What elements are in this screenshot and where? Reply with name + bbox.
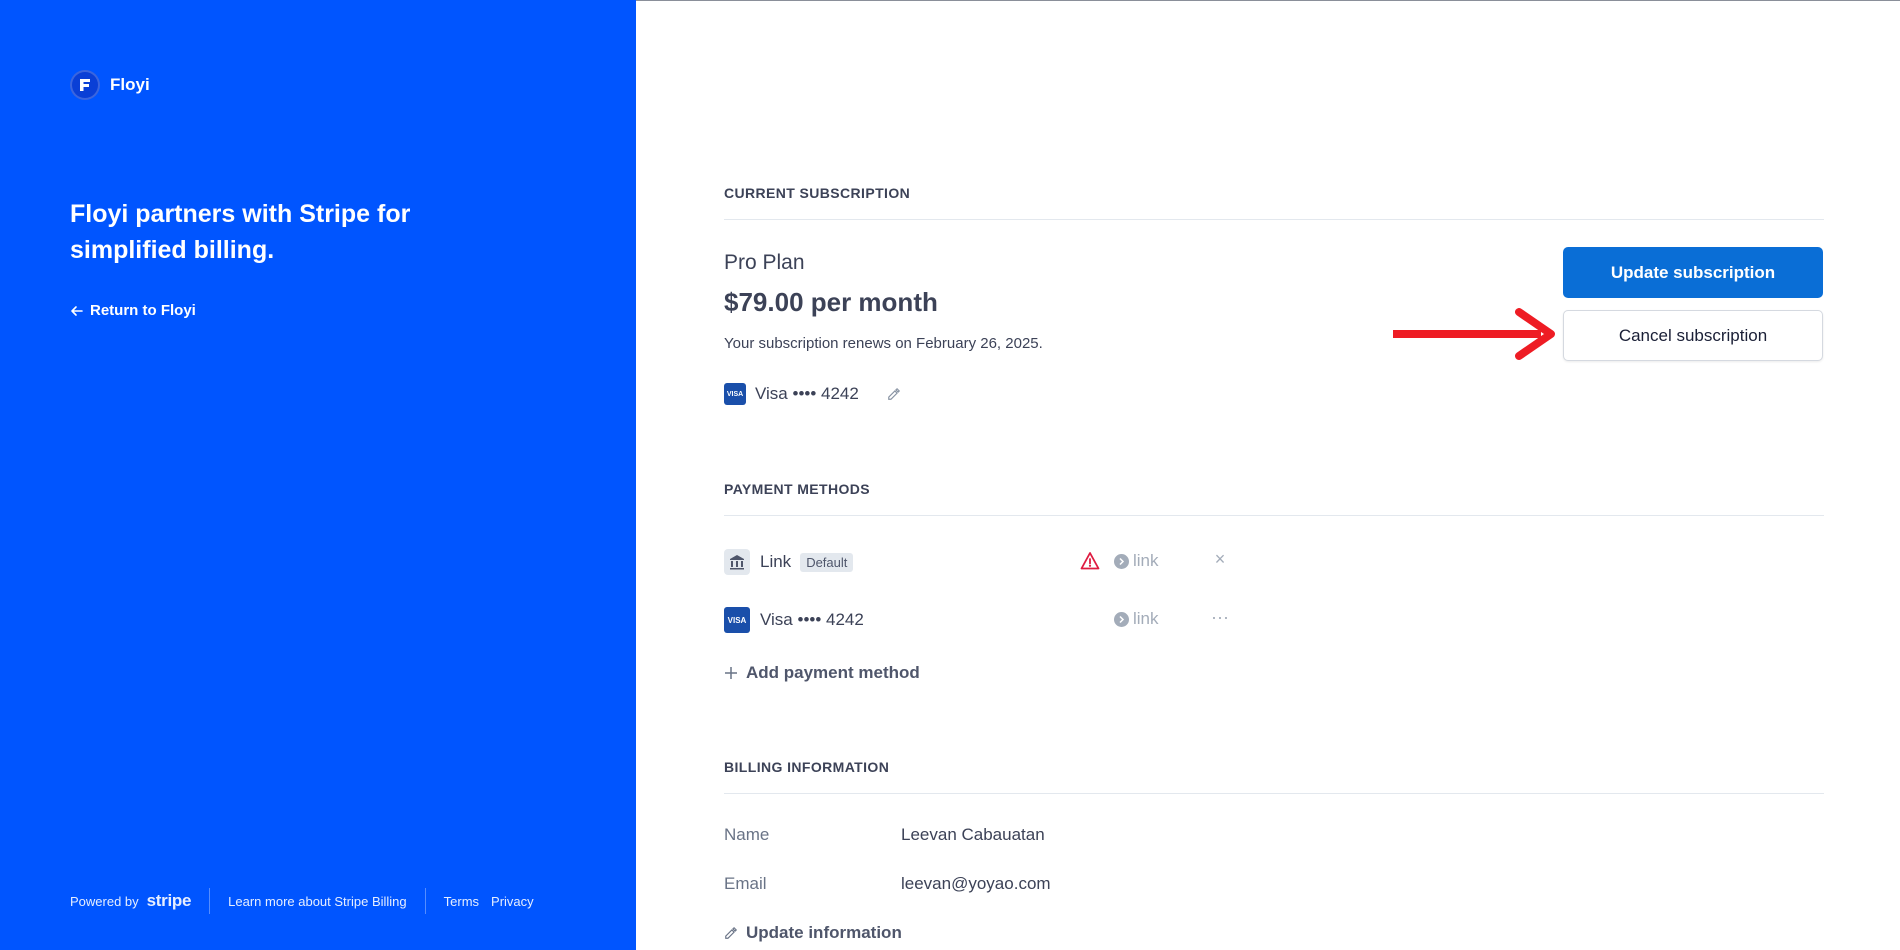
payment-methods-section: PAYMENT METHODS Link Default link × VISA…	[724, 481, 1824, 682]
name-label: Name	[724, 825, 770, 844]
privacy-link[interactable]: Privacy	[491, 894, 534, 909]
annotation-arrow-icon	[1393, 308, 1555, 360]
add-payment-method-button[interactable]: Add payment method	[724, 663, 920, 683]
more-options-icon[interactable]: ···	[1210, 607, 1230, 628]
plan-name: Pro Plan	[724, 251, 805, 274]
name-value: Leevan Cabauatan	[901, 825, 1045, 844]
footer-divider	[424, 888, 426, 914]
learn-more-link[interactable]: Learn more about Stripe Billing	[228, 894, 407, 909]
floyi-logo-icon	[70, 70, 100, 100]
email-label: Email	[724, 874, 767, 893]
payment-method-row[interactable]: Link Default link ×	[724, 547, 1244, 577]
terms-link[interactable]: Terms	[444, 894, 479, 909]
headline: Floyi partners with Stripe for simplifie…	[70, 200, 411, 264]
bank-icon	[724, 549, 750, 575]
edit-icon	[725, 926, 738, 939]
renewal-text: Your subscription renews on February 26,…	[724, 335, 1043, 352]
link-logo-icon	[1114, 553, 1129, 569]
section-title-subscription: CURRENT SUBSCRIPTION	[724, 185, 1824, 220]
remove-icon[interactable]: ×	[1210, 549, 1230, 570]
powered-by-label: Powered by	[70, 893, 139, 909]
stripe-logo[interactable]: stripe	[147, 891, 192, 911]
warning-icon	[1080, 552, 1100, 570]
subscription-card: VISA Visa •••• 4242	[724, 383, 901, 405]
link-tag-label: link	[1133, 551, 1159, 570]
payment-method-label: Link	[760, 552, 792, 571]
return-link[interactable]: Return to Floyi	[70, 302, 196, 319]
left-panel: Floyi Floyi partners with Stripe for sim…	[0, 0, 636, 950]
link-logo-icon	[1114, 611, 1129, 627]
default-badge: Default	[800, 552, 854, 572]
plus-icon	[725, 667, 737, 679]
link-tag-label: link	[1133, 609, 1159, 628]
right-panel: CURRENT SUBSCRIPTION Pro Plan $79.00 per…	[636, 0, 1900, 950]
arrow-left-icon	[71, 305, 83, 316]
visa-icon: VISA	[724, 607, 750, 633]
link-tag: link	[1114, 551, 1159, 571]
section-title-payment-methods: PAYMENT METHODS	[724, 481, 1824, 516]
section-title-billing: BILLING INFORMATION	[724, 759, 1824, 794]
cancel-subscription-button[interactable]: Cancel subscription	[1563, 310, 1823, 361]
update-subscription-button[interactable]: Update subscription	[1563, 247, 1823, 298]
visa-icon: VISA	[724, 383, 746, 405]
update-information-label: Update information	[746, 923, 902, 942]
email-value: leevan@yoyao.com	[901, 874, 1051, 893]
current-subscription-section: CURRENT SUBSCRIPTION Pro Plan $79.00 per…	[724, 185, 1824, 405]
payment-method-row[interactable]: VISA Visa •••• 4242 link ···	[724, 605, 1244, 635]
return-link-label: Return to Floyi	[90, 302, 196, 319]
footer-divider	[209, 888, 211, 914]
link-tag: link	[1114, 609, 1159, 629]
update-information-button[interactable]: Update information	[724, 923, 902, 943]
edit-icon[interactable]	[887, 387, 901, 401]
billing-name-row: Name Leevan Cabauatan	[724, 825, 1045, 845]
brand-name: Floyi	[110, 75, 150, 94]
add-payment-method-label: Add payment method	[746, 663, 920, 682]
billing-information-section: BILLING INFORMATION Name Leevan Cabauata…	[724, 759, 1824, 942]
plan-price: $79.00 per month	[724, 287, 938, 317]
card-label: Visa •••• 4242	[755, 384, 859, 403]
brand[interactable]: Floyi	[70, 70, 150, 100]
billing-email-row: Email leevan@yoyao.com	[724, 874, 1051, 894]
left-footer: Powered by stripe Learn more about Strip…	[70, 888, 534, 914]
payment-method-label: Visa •••• 4242	[760, 610, 864, 629]
